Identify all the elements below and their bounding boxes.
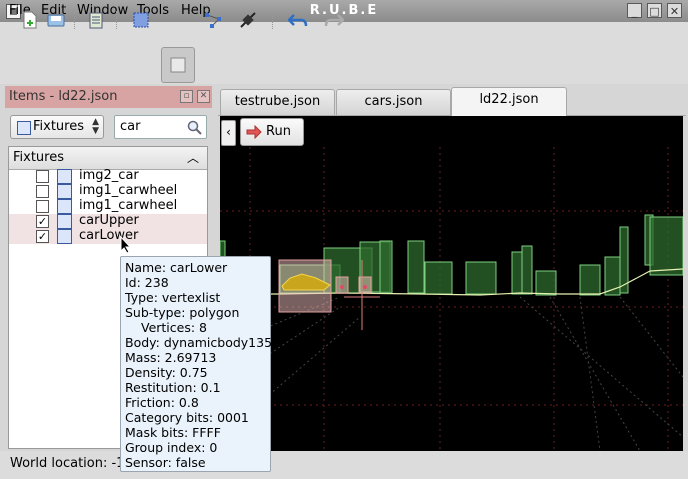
save-icon[interactable] [45, 9, 67, 31]
visibility-checkbox[interactable] [36, 185, 49, 198]
tree-row[interactable]: img1_carwheel [9, 183, 207, 199]
run-button[interactable]: Run [240, 118, 304, 146]
tooltip-line: Id: 238 [125, 275, 169, 290]
close-button[interactable]: ✕ [667, 3, 682, 18]
tooltip-line: Density: 0.75 [125, 365, 208, 380]
fixture-type-icon [17, 121, 31, 135]
new-scene-icon[interactable] [19, 9, 41, 31]
visibility-checkbox[interactable]: ✓ [36, 230, 49, 243]
float-panel-icon[interactable]: ▫ [180, 90, 193, 103]
tree-column-header: Fixtures [13, 150, 65, 165]
tooltip-line: Vertices: 8 [141, 320, 207, 335]
tree-header[interactable]: Fixtures ︿ [9, 147, 207, 170]
clipboard-icon[interactable] [85, 9, 107, 31]
vertex-edit-icon[interactable] [202, 9, 224, 31]
search-value: car [120, 119, 141, 134]
row-label: img1_carwheel [79, 198, 178, 213]
row-label: img1_carwheel [79, 183, 178, 198]
fixture-icon [57, 199, 72, 214]
collapse-left-icon[interactable]: ‹ [221, 120, 236, 146]
plug-icon[interactable] [237, 9, 259, 31]
tooltip-line: Sub-type: polygon [125, 305, 240, 320]
visibility-checkbox[interactable] [36, 200, 49, 213]
tab-testrube[interactable]: testrube.json [220, 89, 335, 115]
visibility-checkbox[interactable]: ✓ [36, 215, 49, 228]
fixture-tooltip: Name: carLower Id: 238 Type: vertexlist … [120, 256, 273, 472]
tooltip-line: Friction: 0.8 [125, 395, 199, 410]
tooltip-line: Sensor: false [125, 455, 206, 470]
fixture-icon [57, 184, 72, 199]
visibility-checkbox[interactable] [36, 170, 49, 183]
toolbar-separator [74, 11, 77, 29]
fixture-icon [57, 214, 72, 229]
tab-ld22[interactable]: ld22.json [451, 87, 567, 116]
redo-icon[interactable] [323, 9, 345, 31]
toolbar [0, 44, 688, 84]
tab-cars[interactable]: cars.json [336, 89, 451, 115]
items-panel-title: Items - ld22.json [9, 89, 118, 104]
scene-canvas[interactable] [219, 147, 684, 452]
scene-drawing [219, 147, 684, 452]
tree-row[interactable]: img1_carwheel [9, 198, 207, 214]
tooltip-line: Restitution: 0.1 [125, 380, 221, 395]
tooltip-line: Mask bits: FFFF [125, 425, 221, 440]
tooltip-line: Name: carLower [125, 260, 228, 275]
fixture-icon [57, 169, 72, 184]
close-panel-icon[interactable]: ✕ [197, 90, 210, 103]
world-location-text: World location: -1 [10, 456, 125, 471]
tooltip-line: Type: vertexlist [125, 290, 221, 305]
tree-row[interactable]: ✓ carUpper [9, 213, 207, 229]
item-type-value: Fixtures [33, 119, 85, 134]
toolbar-separator [272, 11, 275, 29]
minimize-button[interactable]: _ [627, 3, 642, 18]
box-select-icon[interactable] [161, 47, 195, 83]
tooltip-line: Body: dynamicbody135 [125, 335, 273, 350]
collapse-chevron-icon[interactable]: ︿ [187, 149, 199, 166]
run-label: Run [266, 124, 291, 139]
search-input[interactable]: car [114, 115, 207, 139]
row-label: carUpper [79, 213, 139, 228]
tree-row[interactable]: ✓ carLower [9, 228, 207, 244]
items-panel-header: Items - ld22.json ▫ ✕ [5, 86, 212, 108]
fixture-icon [57, 229, 72, 244]
item-type-select[interactable]: Fixtures ▲ ▼ [10, 115, 104, 139]
mouse-cursor-icon [120, 236, 132, 254]
maximize-button[interactable]: □ [647, 3, 662, 18]
spinner-arrows-icon: ▲ ▼ [92, 117, 99, 136]
search-icon[interactable] [187, 120, 202, 135]
toolbar-separator [116, 11, 119, 29]
undo-icon[interactable] [287, 9, 309, 31]
select-rect-icon[interactable] [130, 9, 152, 31]
run-arrow-icon [246, 125, 262, 139]
tree-row[interactable]: img2_car [9, 168, 207, 184]
tooltip-line: Group index: 0 [125, 440, 218, 455]
tooltip-line: Category bits: 0001 [125, 410, 249, 425]
row-label: img2_car [79, 168, 139, 183]
tooltip-line: Mass: 2.69713 [125, 350, 217, 365]
status-bar: World location: -1 [0, 451, 688, 479]
